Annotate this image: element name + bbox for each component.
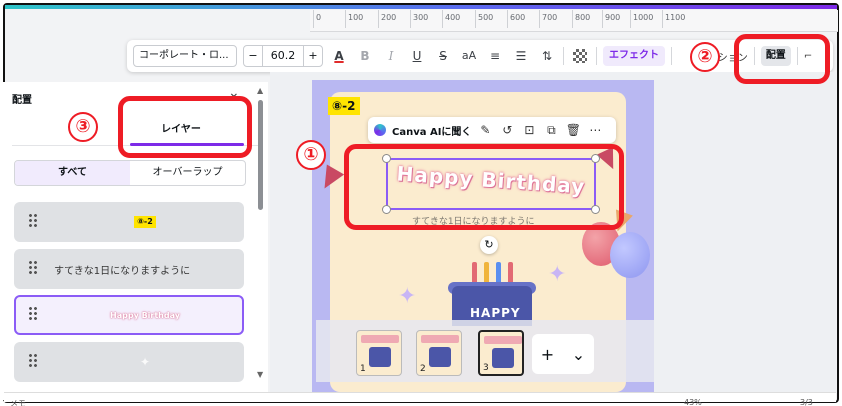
thumbnail-preview [492, 348, 514, 368]
layer-text-label: すてきな1日になりますように [54, 265, 191, 277]
ruler-tick: 700 [538, 10, 558, 28]
candle-icon [484, 262, 489, 284]
drag-handle-icon[interactable] [28, 260, 38, 276]
thumbnail-preview [361, 335, 399, 343]
thumbnail-preview [369, 347, 391, 367]
element-action-bar: Canva AIに聞く ✎ ↺ ⊡ ⧉ 🗑 ⋯ [368, 117, 616, 143]
ask-canva-ai-button[interactable]: Canva AIに聞く [392, 123, 471, 138]
ruler: 0 100 200 300 400 500 600 700 800 900 10… [310, 10, 838, 32]
drag-handle-icon[interactable] [28, 353, 38, 369]
layer-filter: すべて オーバーラップ [14, 160, 246, 186]
callout-box-layers [118, 96, 252, 158]
candle-icon [508, 262, 513, 284]
ruler-tick: 100 [344, 10, 364, 28]
page-count[interactable]: 3/3 [800, 398, 813, 406]
rotate-icon[interactable]: ↻ [480, 236, 498, 254]
font-family-select[interactable]: コーポレート・ロ... [133, 45, 237, 67]
balloon-icon [610, 232, 650, 278]
italic-button[interactable]: I [381, 46, 401, 66]
filter-overlap-button[interactable]: オーバーラップ [130, 161, 245, 185]
page-thumbnail[interactable]: 2 [416, 330, 462, 376]
font-size-control: − 60.2 + [243, 45, 323, 67]
ruler-tick: 200 [377, 10, 397, 28]
layer-item[interactable]: すてきな1日になりますように [14, 249, 244, 289]
ruler-tick: 600 [506, 10, 526, 28]
effect-button[interactable]: エフェクト [603, 46, 665, 66]
letter-case-button[interactable]: aA [459, 46, 479, 66]
font-size-input[interactable]: 60.2 [262, 46, 304, 66]
ruler-tick: 0 [312, 10, 322, 28]
header-gradient [5, 5, 837, 9]
ruler-tick: 1100 [661, 10, 686, 28]
ruler-tick: 400 [441, 10, 461, 28]
candle-icon [496, 262, 501, 284]
thumbnail-preview [429, 347, 451, 367]
panel-title: 配置 [12, 95, 32, 106]
toolbar-divider [596, 47, 597, 65]
toolbar-divider [671, 47, 672, 65]
star-icon: ✦ [548, 262, 567, 287]
panel-scrollbar[interactable] [258, 100, 263, 210]
page-tag: ⑧-2 [328, 97, 360, 115]
drag-handle-icon[interactable] [28, 213, 38, 229]
layer-item[interactable]: ✦ [14, 342, 244, 382]
comment-icon[interactable]: ↺ [499, 123, 515, 137]
add-page-button[interactable]: + ⌄ [532, 334, 594, 374]
page-number: 3 [483, 363, 489, 373]
ruler-tick: 900 [601, 10, 621, 28]
text-color-button[interactable]: A [329, 46, 349, 66]
page-number: 1 [360, 364, 366, 374]
candle-icon [472, 262, 477, 284]
callout-box-arrange [734, 34, 830, 84]
layer-badge-label: ⑧-2 [134, 216, 156, 228]
strikethrough-button[interactable]: S [433, 46, 453, 66]
bold-button[interactable]: B [355, 46, 375, 66]
layer-item-selected[interactable]: Happy Birthday [14, 295, 244, 335]
ruler-tick: 300 [409, 10, 429, 28]
scroll-down-arrow-icon[interactable]: ▼ [257, 370, 263, 379]
magic-wand-icon[interactable]: ✎ [477, 123, 493, 137]
thumbnail-preview [484, 336, 522, 344]
delete-icon[interactable]: 🗑 [565, 123, 581, 137]
ruler-tick: 800 [571, 10, 591, 28]
ruler-tick: 500 [474, 10, 494, 28]
ruler-tick: 1000 [629, 10, 654, 28]
transparency-icon[interactable] [573, 49, 587, 63]
layer-item[interactable]: ⑧-2 [14, 202, 244, 242]
callout-box-headline [344, 144, 624, 230]
page-number: 2 [420, 364, 426, 374]
layer-headline-label: Happy Birthday [110, 310, 180, 320]
callout-number-three: ③ [68, 112, 98, 142]
page-thumbnail[interactable]: 1 [356, 330, 402, 376]
star-icon: ✦ [398, 284, 417, 309]
status-bar [4, 392, 836, 402]
align-icon[interactable]: ≡ [485, 46, 505, 66]
cake-text: HAPPY [470, 306, 521, 320]
duplicate-icon[interactable]: ⧉ [543, 123, 559, 138]
lock-icon[interactable]: ⊡ [521, 123, 537, 137]
zoom-level[interactable]: 43% [684, 398, 702, 406]
font-size-decrease-button[interactable]: − [244, 46, 262, 66]
list-icon[interactable]: ☰ [511, 46, 531, 66]
filter-all-button[interactable]: すべて [15, 161, 130, 185]
more-icon[interactable]: ⋯ [587, 123, 603, 137]
text-toolbar: コーポレート・ロ... − 60.2 + A B I U S aA ≡ ☰ ⇅ … [127, 40, 833, 72]
toolbar-divider [563, 47, 564, 65]
callout-number-two: ② [690, 42, 720, 72]
plus-icon[interactable]: + [541, 345, 554, 364]
underline-button[interactable]: U [407, 46, 427, 66]
page-thumbnail-active[interactable]: 3 [478, 330, 524, 376]
thumbnail-preview [421, 335, 459, 343]
notes-button[interactable]: メモ [10, 398, 26, 406]
drag-handle-icon[interactable] [28, 306, 38, 322]
chevron-down-icon[interactable]: ⌄ [572, 345, 585, 364]
font-size-increase-button[interactable]: + [304, 46, 322, 66]
spacing-icon[interactable]: ⇅ [537, 46, 557, 66]
scroll-up-arrow-icon[interactable]: ▲ [257, 86, 263, 95]
sparkle-icon: ✦ [139, 355, 151, 369]
canva-ai-icon [374, 124, 386, 136]
callout-number-one: ① [296, 140, 326, 170]
